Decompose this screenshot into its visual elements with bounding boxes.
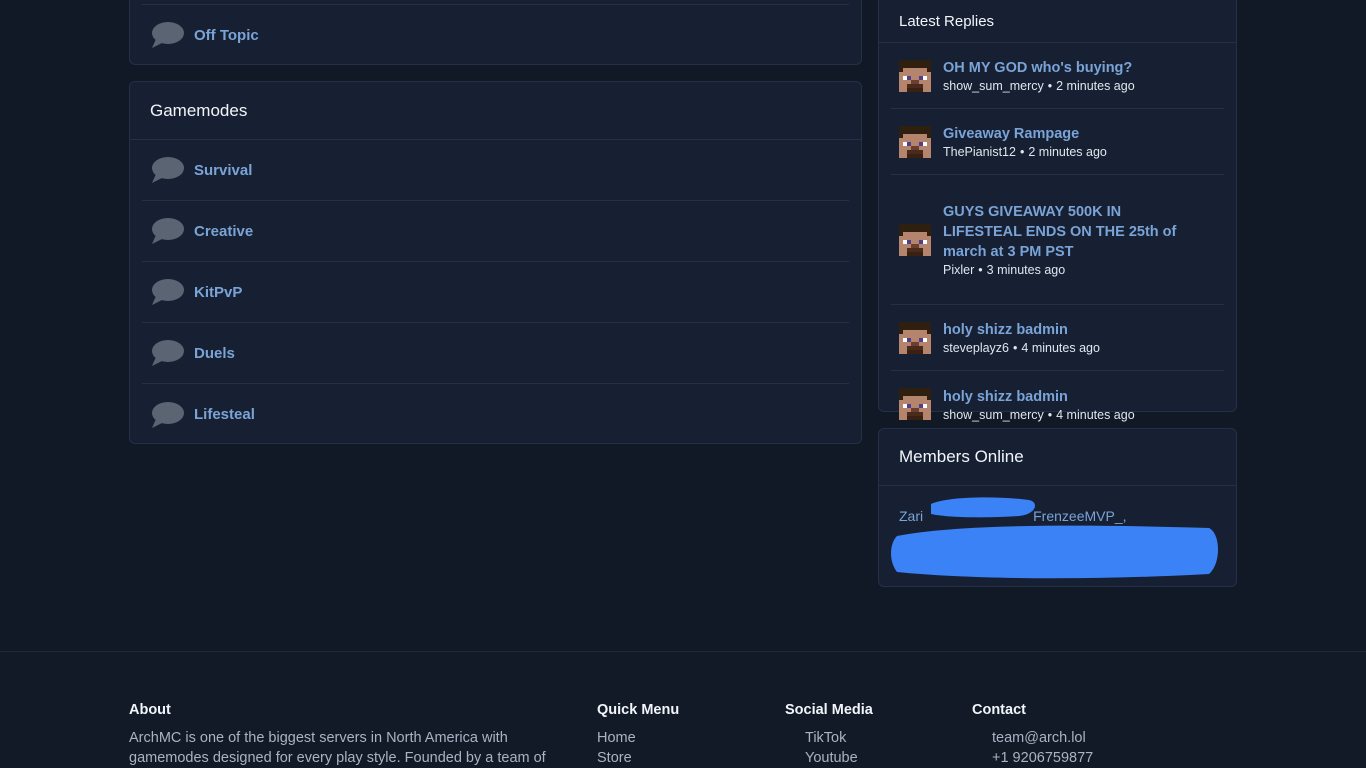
footer-link-home[interactable]: Home	[597, 728, 679, 748]
gamemodes-card: Gamemodes Survival Creative KitPvP Duels…	[129, 81, 862, 444]
reply-meta: Pixler • 3 minutes ago	[943, 263, 1203, 277]
forum-row-creative[interactable]: Creative	[142, 201, 849, 262]
forum-row-survival[interactable]: Survival	[142, 140, 849, 201]
footer-link-tiktok[interactable]: TikTok	[785, 728, 873, 748]
gamemodes-forum-list: Survival Creative KitPvP Duels Lifesteal	[142, 140, 849, 445]
footer-contact: Contact team@arch.lol +1 9206759877	[972, 702, 1093, 768]
site-footer: About ArchMC is one of the biggest serve…	[0, 651, 1366, 768]
forum-category-card: Off Topic	[129, 0, 862, 65]
footer-about-heading: About	[129, 702, 171, 718]
reply-thread-link[interactable]: holy shizz badmin	[943, 320, 1100, 340]
reply-time: 4 minutes ago	[1021, 341, 1100, 355]
forum-link[interactable]: Lifesteal	[194, 406, 255, 423]
separator-dot: •	[1047, 407, 1053, 422]
reply-thread-link[interactable]: Giveaway Rampage	[943, 124, 1107, 144]
member-link[interactable]: FrenzeeMVP_,	[1033, 508, 1126, 524]
latest-replies-title: Latest Replies	[879, 0, 1236, 43]
chat-bubble-icon	[152, 22, 184, 48]
footer-social-heading: Social Media	[785, 702, 873, 718]
reply-username[interactable]: Pixler	[943, 263, 974, 277]
reply-time: 3 minutes ago	[986, 263, 1066, 277]
reply-item: OH MY GOD who's buying? show_sum_mercy • 2…	[891, 43, 1224, 109]
footer-contact-heading: Contact	[972, 702, 1026, 718]
reply-meta: ThePianist12 • 2 minutes ago	[943, 145, 1107, 159]
reply-time: 4 minutes ago	[1056, 407, 1135, 422]
latest-replies-card: Latest Replies OH MY GOD who's buying? s…	[878, 0, 1237, 422]
separator-dot: •	[978, 263, 983, 277]
steve-avatar-icon[interactable]	[899, 223, 931, 256]
forum-row-kitpvp[interactable]: KitPvP	[142, 262, 849, 323]
forum-link[interactable]: KitPvP	[194, 284, 242, 301]
members-list: Zari FrenzeeMVP_,	[879, 486, 1236, 586]
footer-about: About ArchMC is one of the biggest serve…	[129, 702, 569, 768]
reply-meta: show_sum_mercy • 4 minutes ago	[943, 408, 1135, 422]
chat-bubble-icon	[152, 401, 184, 428]
footer-quick-menu: Quick Menu Home Store	[597, 702, 679, 768]
steve-avatar-icon[interactable]	[899, 388, 931, 420]
reply-meta: show_sum_mercy • 2 minutes ago	[943, 79, 1135, 93]
reply-thread-link[interactable]: holy shizz badmin	[943, 387, 1135, 407]
steve-avatar-icon[interactable]	[899, 59, 931, 92]
chat-bubble-icon	[152, 218, 184, 244]
separator-dot: •	[1047, 79, 1053, 93]
footer-quick-menu-heading: Quick Menu	[597, 702, 680, 718]
reply-username[interactable]: show_sum_mercy	[943, 79, 1044, 93]
reply-thread-link[interactable]: GUYS GIVEAWAY 500K IN LIFESTEAL ENDS ON …	[943, 202, 1203, 262]
member-link[interactable]: Zari	[899, 508, 923, 524]
forum-link[interactable]: Survival	[194, 162, 252, 179]
reply-username[interactable]: ThePianist12	[943, 145, 1016, 159]
reply-time: 2 minutes ago	[1056, 79, 1135, 93]
footer-contact-phone[interactable]: +1 9206759877	[972, 748, 1093, 768]
reply-meta: steveplayz6 • 4 minutes ago	[943, 341, 1100, 355]
reply-username[interactable]: show_sum_mercy	[943, 408, 1044, 422]
steve-avatar-icon[interactable]	[899, 125, 931, 158]
forum-row-duels[interactable]: Duels	[142, 323, 849, 384]
chat-bubble-icon	[152, 340, 184, 366]
separator-dot: •	[1013, 341, 1018, 355]
forum-row-off-topic[interactable]: Off Topic	[142, 4, 849, 65]
members-online-title: Members Online	[879, 429, 1236, 486]
redaction-scribble	[891, 497, 1218, 579]
members-online-card: Members Online Zari FrenzeeMVP_,	[878, 428, 1237, 587]
reply-thread-link[interactable]: OH MY GOD who's buying?	[943, 58, 1135, 78]
reply-time: 2 minutes ago	[1028, 145, 1107, 159]
footer-social-media: Social Media TikTok Youtube	[785, 702, 873, 768]
reply-username[interactable]: steveplayz6	[943, 341, 1009, 355]
forum-link[interactable]: Off Topic	[194, 27, 259, 44]
separator-dot: •	[1019, 145, 1025, 159]
chat-bubble-icon	[152, 279, 184, 305]
steve-avatar-icon[interactable]	[899, 321, 931, 354]
reply-item: GUYS GIVEAWAY 500K IN LIFESTEAL ENDS ON …	[891, 175, 1224, 305]
reply-item: Giveaway Rampage ThePianist12 • 2 minutes …	[891, 109, 1224, 175]
reply-item: holy shizz badmin steveplayz6 • 4 minutes …	[891, 305, 1224, 371]
footer-link-youtube[interactable]: Youtube	[785, 748, 873, 768]
chat-bubble-icon	[152, 157, 184, 183]
forum-link[interactable]: Creative	[194, 223, 253, 240]
footer-about-text: ArchMC is one of the biggest servers in …	[129, 730, 546, 766]
footer-contact-email[interactable]: team@arch.lol	[972, 728, 1093, 748]
forum-link[interactable]: Duels	[194, 345, 235, 362]
reply-list: OH MY GOD who's buying? show_sum_mercy • 2…	[891, 43, 1224, 437]
forum-row-lifesteal[interactable]: Lifesteal	[142, 384, 849, 445]
footer-link-store[interactable]: Store	[597, 748, 679, 768]
gamemodes-title: Gamemodes	[130, 82, 861, 140]
